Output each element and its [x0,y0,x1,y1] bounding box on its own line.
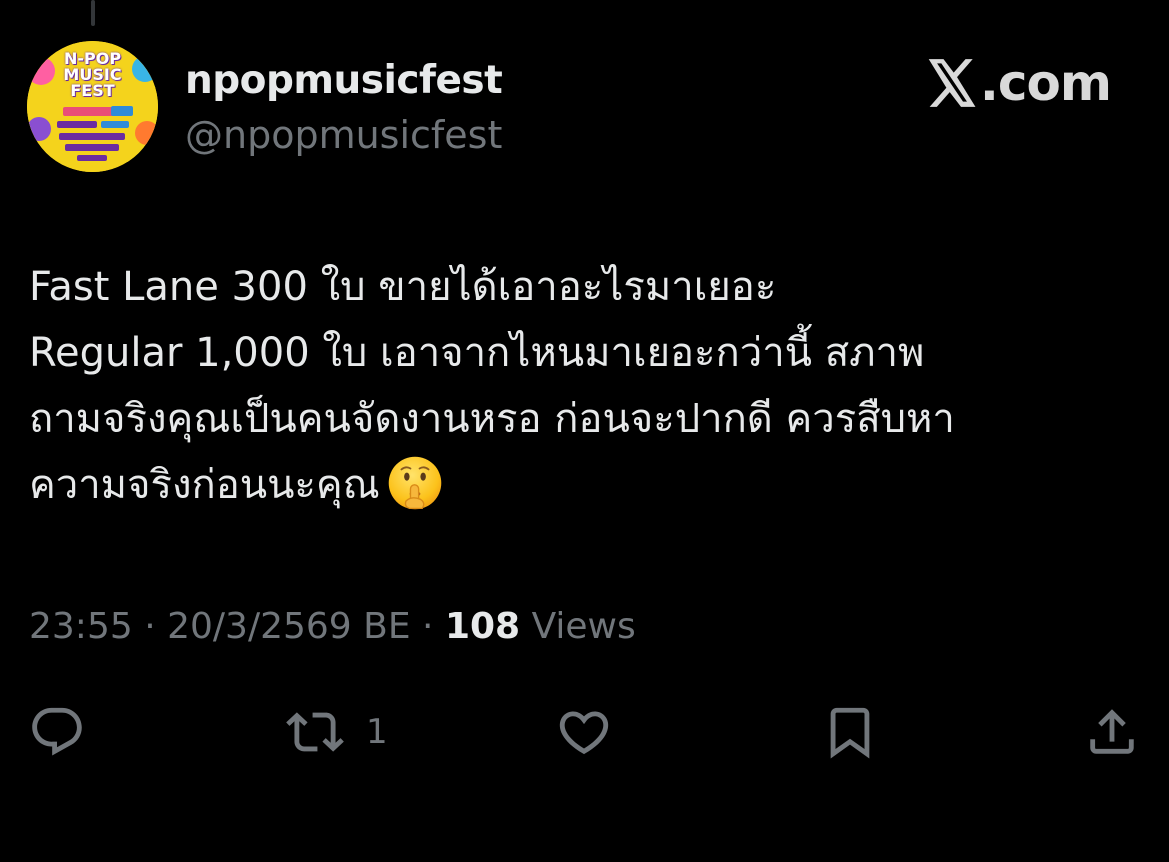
meta-separator: · [144,606,156,647]
avatar-logo-text: N-POP MUSIC FEST [63,49,122,100]
tweet-text-line-last: ความจริงก่อนนะคุณ [29,452,1139,518]
tweet-body: Fast Lane 300 ใบ ขายได้เอาอะไรมาเยอะ Reg… [29,254,1139,518]
retweet-icon [286,712,344,752]
share-button[interactable] [1083,700,1141,764]
views-label[interactable]: Views [532,606,636,647]
bookmark-icon [830,707,870,759]
reply-button[interactable] [28,700,86,764]
x-com-watermark: .com [926,54,1112,112]
heart-icon [559,711,609,755]
views-count[interactable]: 108 [445,606,520,647]
tweet-text-line: ถามจริงคุณเป็นคนจัดงานหรอ ก่อนจะปากดี คว… [29,396,955,442]
meta-separator: · [422,606,434,647]
bookmark-button[interactable] [821,700,879,764]
tweet-text-line: Fast Lane 300 ใบ ขายได้เอาอะไรมาเยอะ [29,264,777,310]
share-icon [1090,709,1134,754]
x-logo-icon [928,59,976,107]
retweet-count: 1 [366,712,388,752]
tweet-text-fragment: ความจริงก่อนนะคุณ [29,462,380,508]
author-display-name[interactable]: npopmusicfest [185,58,503,103]
retweet-button[interactable]: 1 [286,700,388,764]
reply-icon [32,707,82,756]
tweet-action-bar: 1 [0,700,1169,764]
tweet-meta: 23:55 · 20/3/2569 BE · 108 Views [29,606,636,647]
thread-connector-line [91,0,95,26]
author-handle[interactable]: @npopmusicfest [185,113,502,157]
tweet-time[interactable]: 23:55 [29,606,133,647]
tweet-date[interactable]: 20/3/2569 BE [167,606,410,647]
like-button[interactable] [555,700,613,764]
tweet-text-line: Regular 1,000 ใบ เอาจากไหนมาเยอะกว่านี้ … [29,330,925,376]
avatar[interactable]: N-POP MUSIC FEST [27,41,158,172]
shushing-face-icon [388,456,442,510]
x-com-text: .com [979,54,1112,112]
